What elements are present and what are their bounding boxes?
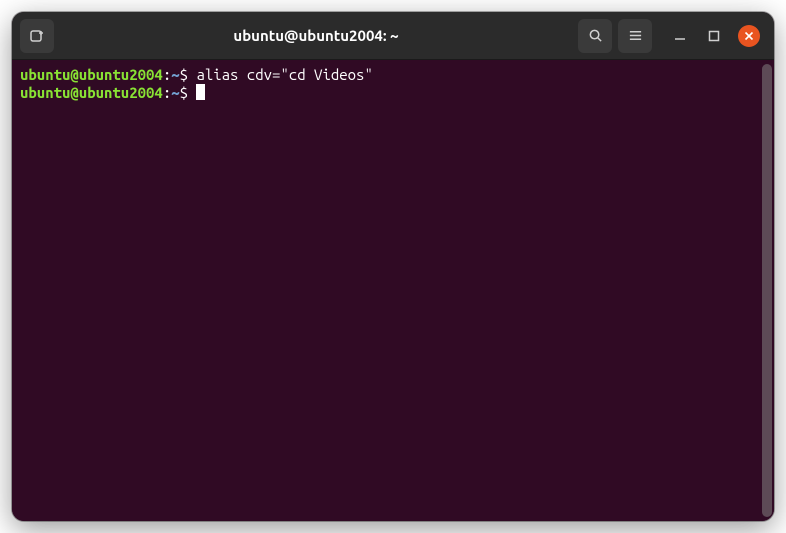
terminal-window: ubuntu@ubuntu2004: ~ bbox=[12, 12, 774, 521]
new-tab-icon bbox=[29, 28, 45, 44]
command-text: alias cdv="cd Videos" bbox=[196, 66, 372, 83]
hamburger-icon bbox=[628, 28, 643, 43]
window-controls bbox=[670, 25, 760, 47]
maximize-icon bbox=[708, 30, 720, 42]
close-button[interactable] bbox=[738, 25, 760, 47]
terminal-line: ubuntu@ubuntu2004:~$ bbox=[20, 84, 766, 102]
prompt-user-host: ubuntu@ubuntu2004 bbox=[20, 84, 163, 101]
titlebar: ubuntu@ubuntu2004: ~ bbox=[12, 12, 774, 60]
cursor bbox=[196, 84, 205, 100]
prompt-colon: : bbox=[163, 84, 171, 101]
terminal-body[interactable]: ubuntu@ubuntu2004:~$ alias cdv="cd Video… bbox=[12, 60, 774, 521]
titlebar-left bbox=[20, 19, 54, 53]
prompt-colon: : bbox=[163, 66, 171, 83]
prompt-path: ~ bbox=[171, 66, 179, 83]
menu-button[interactable] bbox=[618, 19, 652, 53]
prompt-user-host: ubuntu@ubuntu2004 bbox=[20, 66, 163, 83]
terminal-line: ubuntu@ubuntu2004:~$ alias cdv="cd Video… bbox=[20, 66, 766, 84]
prompt-dollar: $ bbox=[180, 66, 197, 83]
search-button[interactable] bbox=[578, 19, 612, 53]
minimize-icon bbox=[674, 30, 686, 42]
close-icon bbox=[744, 31, 754, 41]
maximize-button[interactable] bbox=[704, 26, 724, 46]
search-icon bbox=[588, 28, 603, 43]
scrollbar[interactable] bbox=[762, 64, 772, 517]
prompt-dollar: $ bbox=[180, 84, 197, 101]
minimize-button[interactable] bbox=[670, 26, 690, 46]
titlebar-right bbox=[578, 19, 766, 53]
window-title: ubuntu@ubuntu2004: ~ bbox=[60, 27, 572, 44]
new-tab-button[interactable] bbox=[20, 19, 54, 53]
prompt-path: ~ bbox=[171, 84, 179, 101]
